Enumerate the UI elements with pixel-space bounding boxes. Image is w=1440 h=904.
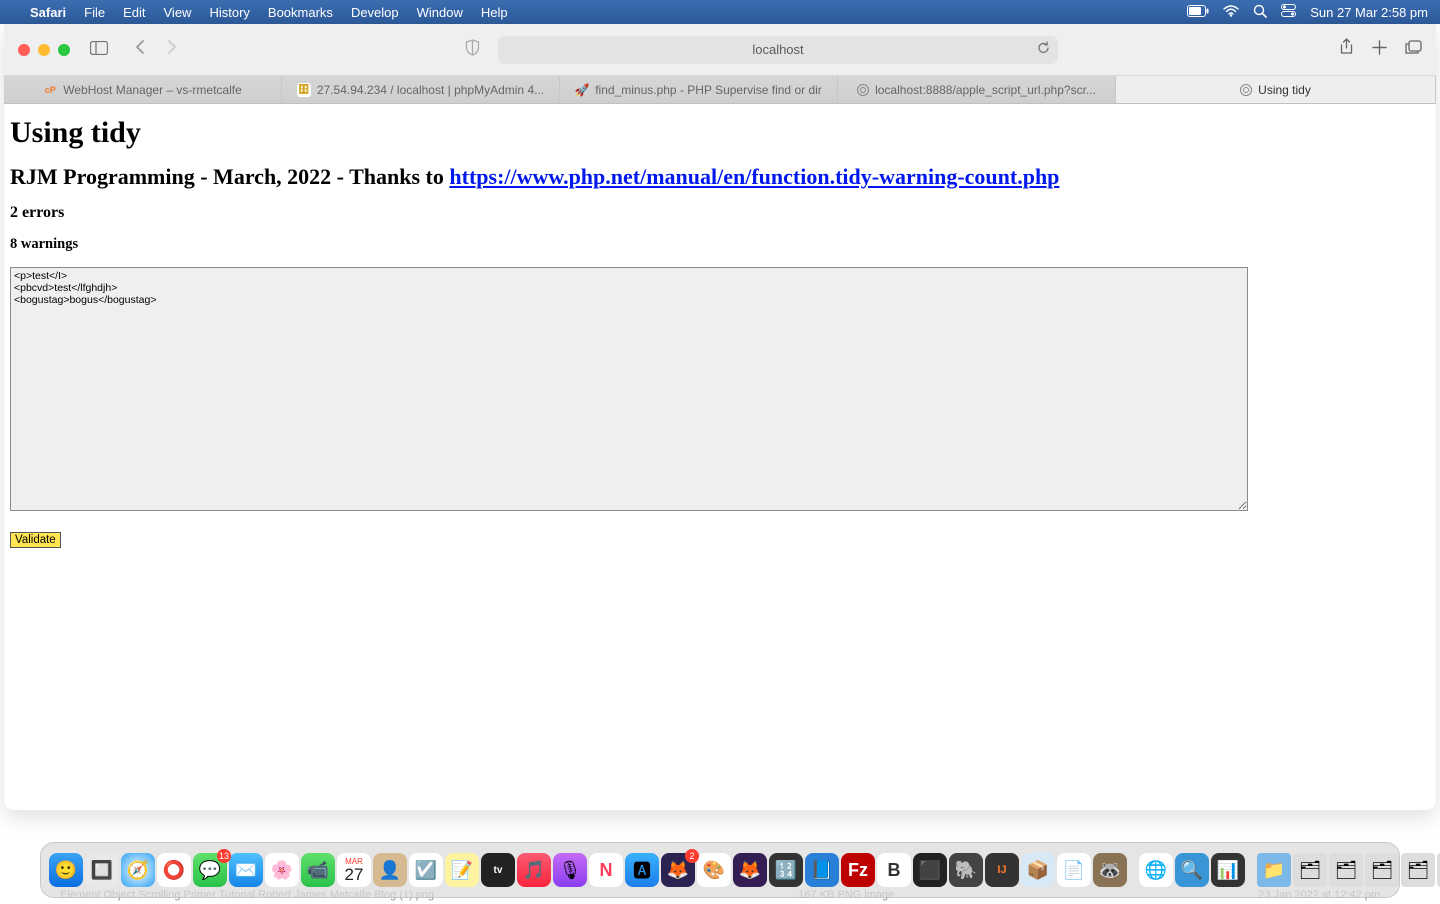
virtualbox-icon[interactable]: 📦 — [1021, 853, 1055, 887]
new-tab-icon[interactable] — [1372, 40, 1387, 60]
photos-icon[interactable]: 🌸 — [265, 853, 299, 887]
privacy-shield-icon[interactable] — [465, 39, 480, 61]
macos-menubar: Safari File Edit View History Bookmarks … — [0, 0, 1440, 24]
tab-strip: cP WebHost Manager – vs-rmetcalfe 🗄 27.5… — [4, 76, 1436, 104]
facetime-icon[interactable]: 📹 — [301, 853, 335, 887]
menu-help[interactable]: Help — [481, 5, 508, 20]
calculator-icon[interactable]: 🔢 — [769, 853, 803, 887]
tab-webhost-manager[interactable]: cP WebHost Manager – vs-rmetcalfe — [4, 76, 282, 103]
finder-icon[interactable]: 🙂 — [49, 853, 83, 887]
menu-bookmarks[interactable]: Bookmarks — [268, 5, 333, 20]
tab-phpmyadmin[interactable]: 🗄 27.54.94.234 / localhost | phpMyAdmin … — [282, 76, 560, 103]
dock-inner: 🙂 🔲 🧭 ⭕ 💬13 ✉️ 🌸 📹 MAR27 👤 ☑️ 📝 tv 🎵 🎙 N… — [40, 842, 1400, 898]
tab-using-tidy[interactable]: Using tidy — [1116, 76, 1436, 103]
forward-button[interactable] — [161, 39, 184, 60]
contacts-icon[interactable]: 👤 — [373, 853, 407, 887]
battery-icon[interactable] — [1187, 5, 1209, 20]
subtitle-prefix: RJM Programming - March, 2022 - Thanks t… — [10, 164, 449, 189]
back-button[interactable] — [128, 39, 151, 60]
sidebar-toggle-icon[interactable] — [90, 40, 108, 60]
downloads-folder-icon[interactable]: 📁 — [1257, 853, 1291, 887]
toolbar-right — [1339, 38, 1422, 61]
page-subtitle: RJM Programming - March, 2022 - Thanks t… — [10, 164, 1430, 190]
menubar-right: Sun 27 Mar 2:58 pm — [1187, 4, 1428, 21]
activity-monitor-icon[interactable]: 📊 — [1211, 853, 1245, 887]
app-blue-icon[interactable]: 📘 — [805, 853, 839, 887]
firefox-dev-icon[interactable]: 🦊2 — [661, 853, 695, 887]
rocket-icon: 🚀 — [575, 83, 589, 97]
cpanel-icon: cP — [43, 83, 57, 97]
minimize-window-button[interactable] — [38, 44, 50, 56]
tab-find-minus[interactable]: 🚀 find_minus.php - PHP Supervise find or… — [560, 76, 838, 103]
appstore-icon[interactable]: 🅰 — [625, 853, 659, 887]
tab-label: find_minus.php - PHP Supervise find or d… — [595, 83, 822, 97]
news-icon[interactable]: N — [589, 853, 623, 887]
maximize-window-button[interactable] — [58, 44, 70, 56]
launchpad-icon[interactable]: 🔲 — [85, 853, 119, 887]
globe-icon — [1240, 84, 1252, 96]
mamp-icon[interactable]: 🐘 — [949, 853, 983, 887]
menu-window[interactable]: Window — [417, 5, 463, 20]
menubar-datetime[interactable]: Sun 27 Mar 2:58 pm — [1310, 5, 1428, 20]
validate-button[interactable]: Validate — [10, 532, 61, 548]
share-icon[interactable] — [1339, 38, 1354, 61]
menu-view[interactable]: View — [164, 5, 192, 20]
page-content: Using tidy RJM Programming - March, 2022… — [4, 104, 1436, 554]
php-docs-link[interactable]: https://www.php.net/manual/en/function.t… — [449, 164, 1059, 189]
show-tabs-icon[interactable] — [1405, 40, 1422, 60]
app-name[interactable]: Safari — [30, 5, 66, 20]
menu-history[interactable]: History — [209, 5, 249, 20]
bbedit-icon[interactable]: B — [877, 853, 911, 887]
tab-label: WebHost Manager – vs-rmetcalfe — [63, 83, 242, 97]
mail-icon[interactable]: ✉️ — [229, 853, 263, 887]
spotlight-icon[interactable] — [1253, 4, 1267, 21]
tv-icon[interactable]: tv — [481, 853, 515, 887]
url-text: localhost — [752, 42, 803, 57]
safari-icon[interactable]: 🧭 — [121, 853, 155, 887]
calendar-icon[interactable]: MAR27 — [337, 853, 371, 887]
music-icon[interactable]: 🎵 — [517, 853, 551, 887]
html-input-textarea[interactable]: <p>test</I> <pbcvd>test</lfghdjh> <bogus… — [10, 267, 1248, 511]
reload-icon[interactable] — [1037, 41, 1050, 58]
tab-label: 27.54.94.234 / localhost | phpMyAdmin 4.… — [317, 83, 544, 97]
preview-icon[interactable]: 🔍 — [1175, 853, 1209, 887]
notes-icon[interactable]: 📝 — [445, 853, 479, 887]
messages-icon[interactable]: 💬13 — [193, 853, 227, 887]
folder-icon[interactable]: 🗂 — [1293, 853, 1327, 887]
globe-icon — [857, 84, 869, 96]
page-title: Using tidy — [10, 116, 1430, 150]
textedit-icon[interactable]: 📄 — [1057, 853, 1091, 887]
folder-icon[interactable]: 🗂 — [1401, 853, 1435, 887]
terminal-icon[interactable]: ⬛ — [913, 853, 947, 887]
folder-icon[interactable]: 🗂 — [1365, 853, 1399, 887]
url-bar[interactable]: localhost — [498, 36, 1058, 64]
close-window-button[interactable] — [18, 44, 30, 56]
filezilla-icon[interactable]: Fz — [841, 853, 875, 887]
tab-label: Using tidy — [1258, 83, 1311, 97]
phpmyadmin-icon: 🗄 — [297, 83, 311, 97]
wifi-icon[interactable] — [1223, 5, 1239, 20]
safari-toolbar: localhost — [4, 24, 1436, 76]
menubar-left: Safari File Edit View History Bookmarks … — [12, 5, 508, 20]
folder-icon[interactable]: 🗂 — [1329, 853, 1363, 887]
podcasts-icon[interactable]: 🎙 — [553, 853, 587, 887]
control-center-icon[interactable] — [1281, 4, 1296, 20]
menu-file[interactable]: File — [84, 5, 105, 20]
warnings-count: 8 warnings — [10, 236, 1430, 253]
menu-develop[interactable]: Develop — [351, 5, 399, 20]
opera-icon[interactable]: ⭕ — [157, 853, 191, 887]
dock: 🙂 🔲 🧭 ⭕ 💬13 ✉️ 🌸 📹 MAR27 👤 ☑️ 📝 tv 🎵 🎙 N… — [40, 842, 1400, 898]
reminders-icon[interactable]: ☑️ — [409, 853, 443, 887]
tab-label: localhost:8888/apple_script_url.php?scr.… — [875, 83, 1096, 97]
errors-count: 2 errors — [10, 204, 1430, 222]
firefox-icon[interactable]: 🦊 — [733, 853, 767, 887]
tab-apple-script[interactable]: localhost:8888/apple_script_url.php?scr.… — [838, 76, 1116, 103]
paint-icon[interactable]: 🎨 — [697, 853, 731, 887]
safari-window: localhost cP WebHost Manager – vs-rmetca… — [4, 24, 1436, 810]
chrome-icon[interactable]: 🌐 — [1139, 853, 1173, 887]
intellij-icon[interactable]: IJ — [985, 853, 1019, 887]
menu-edit[interactable]: Edit — [123, 5, 145, 20]
gimp-icon[interactable]: 🦝 — [1093, 853, 1127, 887]
traffic-lights — [18, 44, 70, 56]
